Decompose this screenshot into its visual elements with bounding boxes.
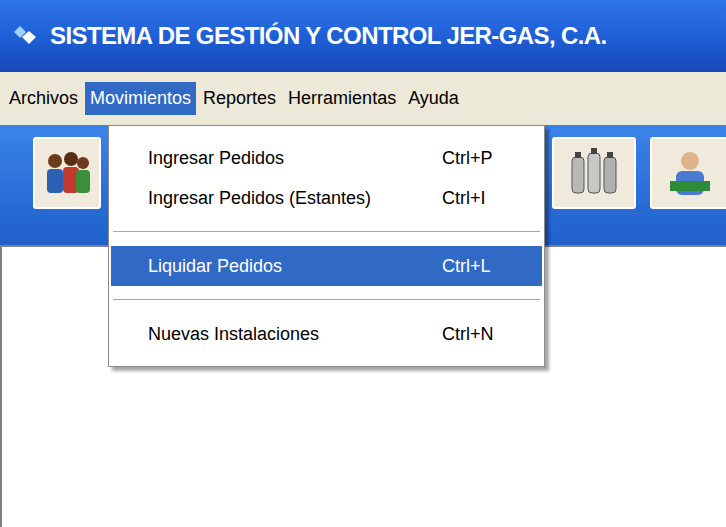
menu-item[interactable]: Reportes bbox=[198, 82, 281, 115]
gas-cylinders-icon bbox=[568, 147, 620, 199]
title-bar: SISTEMA DE GESTIÓN Y CONTROL JER-GAS, C.… bbox=[0, 0, 726, 72]
item-label: Ingresar Pedidos bbox=[148, 145, 284, 172]
toolbar-button[interactable] bbox=[552, 137, 636, 209]
menu-item[interactable]: Ayuda bbox=[403, 82, 464, 115]
item-label: Ingresar Pedidos (Estantes) bbox=[148, 185, 371, 212]
menu-item[interactable]: Movimientos bbox=[85, 82, 196, 115]
dropdown-item[interactable]: Ingresar Pedidos Ctrl+P bbox=[111, 138, 542, 178]
item-shortcut: Ctrl+I bbox=[442, 185, 512, 212]
toolbar-button[interactable] bbox=[33, 137, 101, 209]
item-shortcut: Ctrl+L bbox=[442, 253, 512, 280]
item-shortcut: Ctrl+P bbox=[442, 145, 512, 172]
dropdown-item[interactable]: Nuevas Instalaciones Ctrl+N bbox=[111, 314, 542, 354]
separator-line bbox=[113, 299, 540, 301]
diamond-icon bbox=[12, 23, 38, 49]
item-label: Liquidar Pedidos bbox=[148, 253, 282, 280]
menu-separator bbox=[111, 218, 542, 246]
person-icon bbox=[664, 147, 716, 199]
window-title: SISTEMA DE GESTIÓN Y CONTROL JER-GAS, C.… bbox=[50, 18, 607, 54]
separator-line bbox=[113, 231, 540, 233]
toolbar-button[interactable] bbox=[650, 137, 726, 209]
menu-separator bbox=[111, 286, 542, 314]
people-icon bbox=[41, 147, 93, 199]
dropdown-item[interactable]: Liquidar Pedidos Ctrl+L bbox=[111, 246, 542, 286]
dropdown-menu: Ingresar Pedidos Ctrl+P Ingresar Pedidos (… bbox=[108, 125, 545, 367]
item-shortcut: Ctrl+N bbox=[442, 321, 512, 348]
menu-bar: ArchivosMovimientosReportesHerramientasA… bbox=[0, 72, 726, 125]
menu-item[interactable]: Herramientas bbox=[283, 82, 401, 115]
dropdown-item[interactable]: Ingresar Pedidos (Estantes) Ctrl+I bbox=[111, 178, 542, 218]
menu-item[interactable]: Archivos bbox=[4, 82, 83, 115]
item-label: Nuevas Instalaciones bbox=[148, 321, 319, 348]
